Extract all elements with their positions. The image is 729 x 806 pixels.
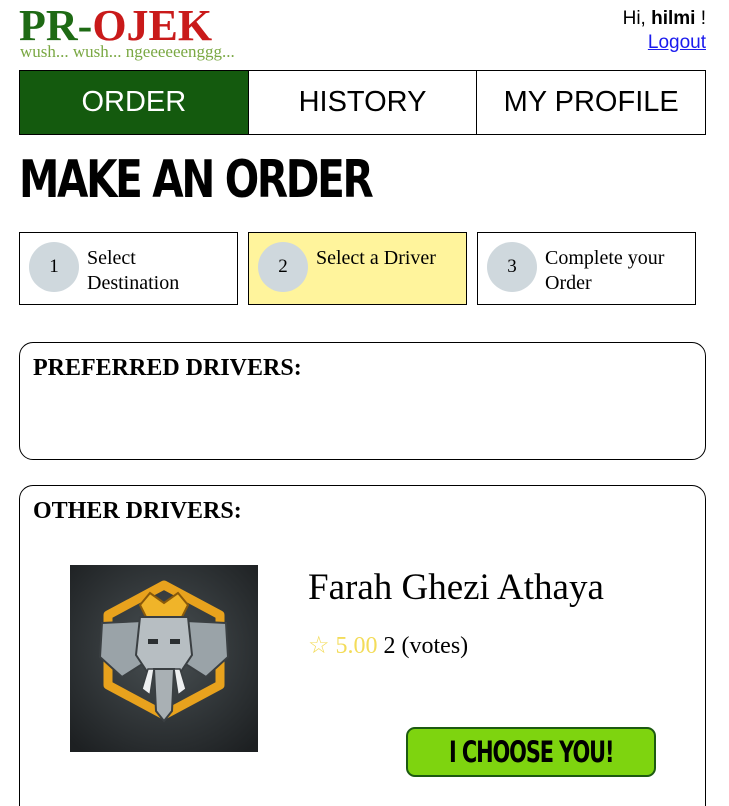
- star-icon: ☆: [308, 633, 330, 659]
- app-tagline: wush... wush... ngeeeeeenggg...: [20, 42, 235, 61]
- logout-link[interactable]: Logout: [648, 31, 706, 55]
- main-nav-tabs: ORDER HISTORY MY PROFILE: [19, 70, 706, 135]
- step-label: Select a Driver: [316, 247, 436, 269]
- step-select-destination: 1 Select Destination: [19, 232, 238, 305]
- tab-order[interactable]: ORDER: [20, 71, 249, 134]
- greeting-prefix: Hi,: [622, 8, 652, 29]
- rating-value: 5.00: [335, 633, 378, 659]
- tab-my-profile[interactable]: MY PROFILE: [477, 71, 705, 134]
- elephant-logo-icon: [70, 565, 258, 752]
- step-select-driver: 2 Select a Driver: [248, 232, 467, 305]
- tab-history[interactable]: HISTORY: [249, 71, 478, 134]
- other-drivers-title: OTHER DRIVERS:: [33, 498, 242, 524]
- preferred-drivers-panel: PREFERRED DRIVERS:: [19, 342, 706, 460]
- greeting-suffix: !: [695, 8, 706, 29]
- step-number-badge: 2: [258, 242, 308, 292]
- step-number-badge: 1: [29, 242, 79, 292]
- username: hilmi: [651, 8, 696, 29]
- user-box: Hi, hilmi ! Logout: [623, 7, 706, 55]
- rating-votes: 2 (votes): [383, 633, 469, 659]
- page-title: MAKE AN ORDER: [19, 150, 374, 210]
- greeting: Hi, hilmi !: [623, 7, 706, 31]
- driver-name: Farah Ghezi Athaya: [308, 567, 604, 608]
- step-number-badge: 3: [487, 242, 537, 292]
- preferred-drivers-title: PREFERRED DRIVERS:: [33, 355, 302, 381]
- driver-avatar: [70, 565, 258, 752]
- other-drivers-panel: OTHER DRIVERS: Farah Ghezi Athaya ☆ 5.00…: [19, 485, 706, 806]
- step-label: Select Destination: [87, 247, 180, 294]
- choose-driver-button[interactable]: I CHOOSE YOU!: [406, 727, 656, 777]
- choose-driver-label: I CHOOSE YOU!: [448, 735, 615, 769]
- step-complete-order: 3 Complete your Order: [477, 232, 696, 305]
- step-label: Complete your Order: [545, 247, 665, 294]
- driver-rating: ☆ 5.00 2 (votes): [308, 631, 468, 660]
